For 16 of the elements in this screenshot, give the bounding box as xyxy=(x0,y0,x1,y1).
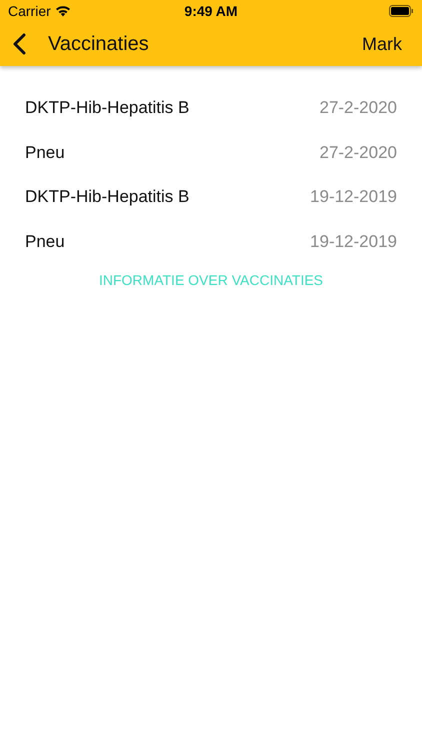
vaccine-date: 27-2-2020 xyxy=(319,142,397,163)
vaccine-name: DKTP-Hib-Hepatitis B xyxy=(25,187,190,208)
back-button[interactable] xyxy=(12,33,26,55)
mark-button[interactable]: Mark xyxy=(362,34,402,54)
vaccine-date: 19-12-2019 xyxy=(310,187,397,208)
vaccine-date: 27-2-2020 xyxy=(319,98,397,118)
vaccine-name: Pneu xyxy=(25,142,65,163)
battery-icon xyxy=(388,5,414,17)
carrier-label: Carrier xyxy=(8,3,51,19)
wifi-icon xyxy=(54,5,71,17)
vaccine-name: DKTP-Hib-Hepatitis B xyxy=(25,98,190,118)
back-icon xyxy=(12,33,26,55)
vaccine-name: Pneu xyxy=(25,232,65,252)
screen-title: Vaccinaties xyxy=(48,32,150,56)
status-time: 9:49 AM xyxy=(184,3,238,19)
vaccine-date: 19-12-2019 xyxy=(310,232,397,252)
